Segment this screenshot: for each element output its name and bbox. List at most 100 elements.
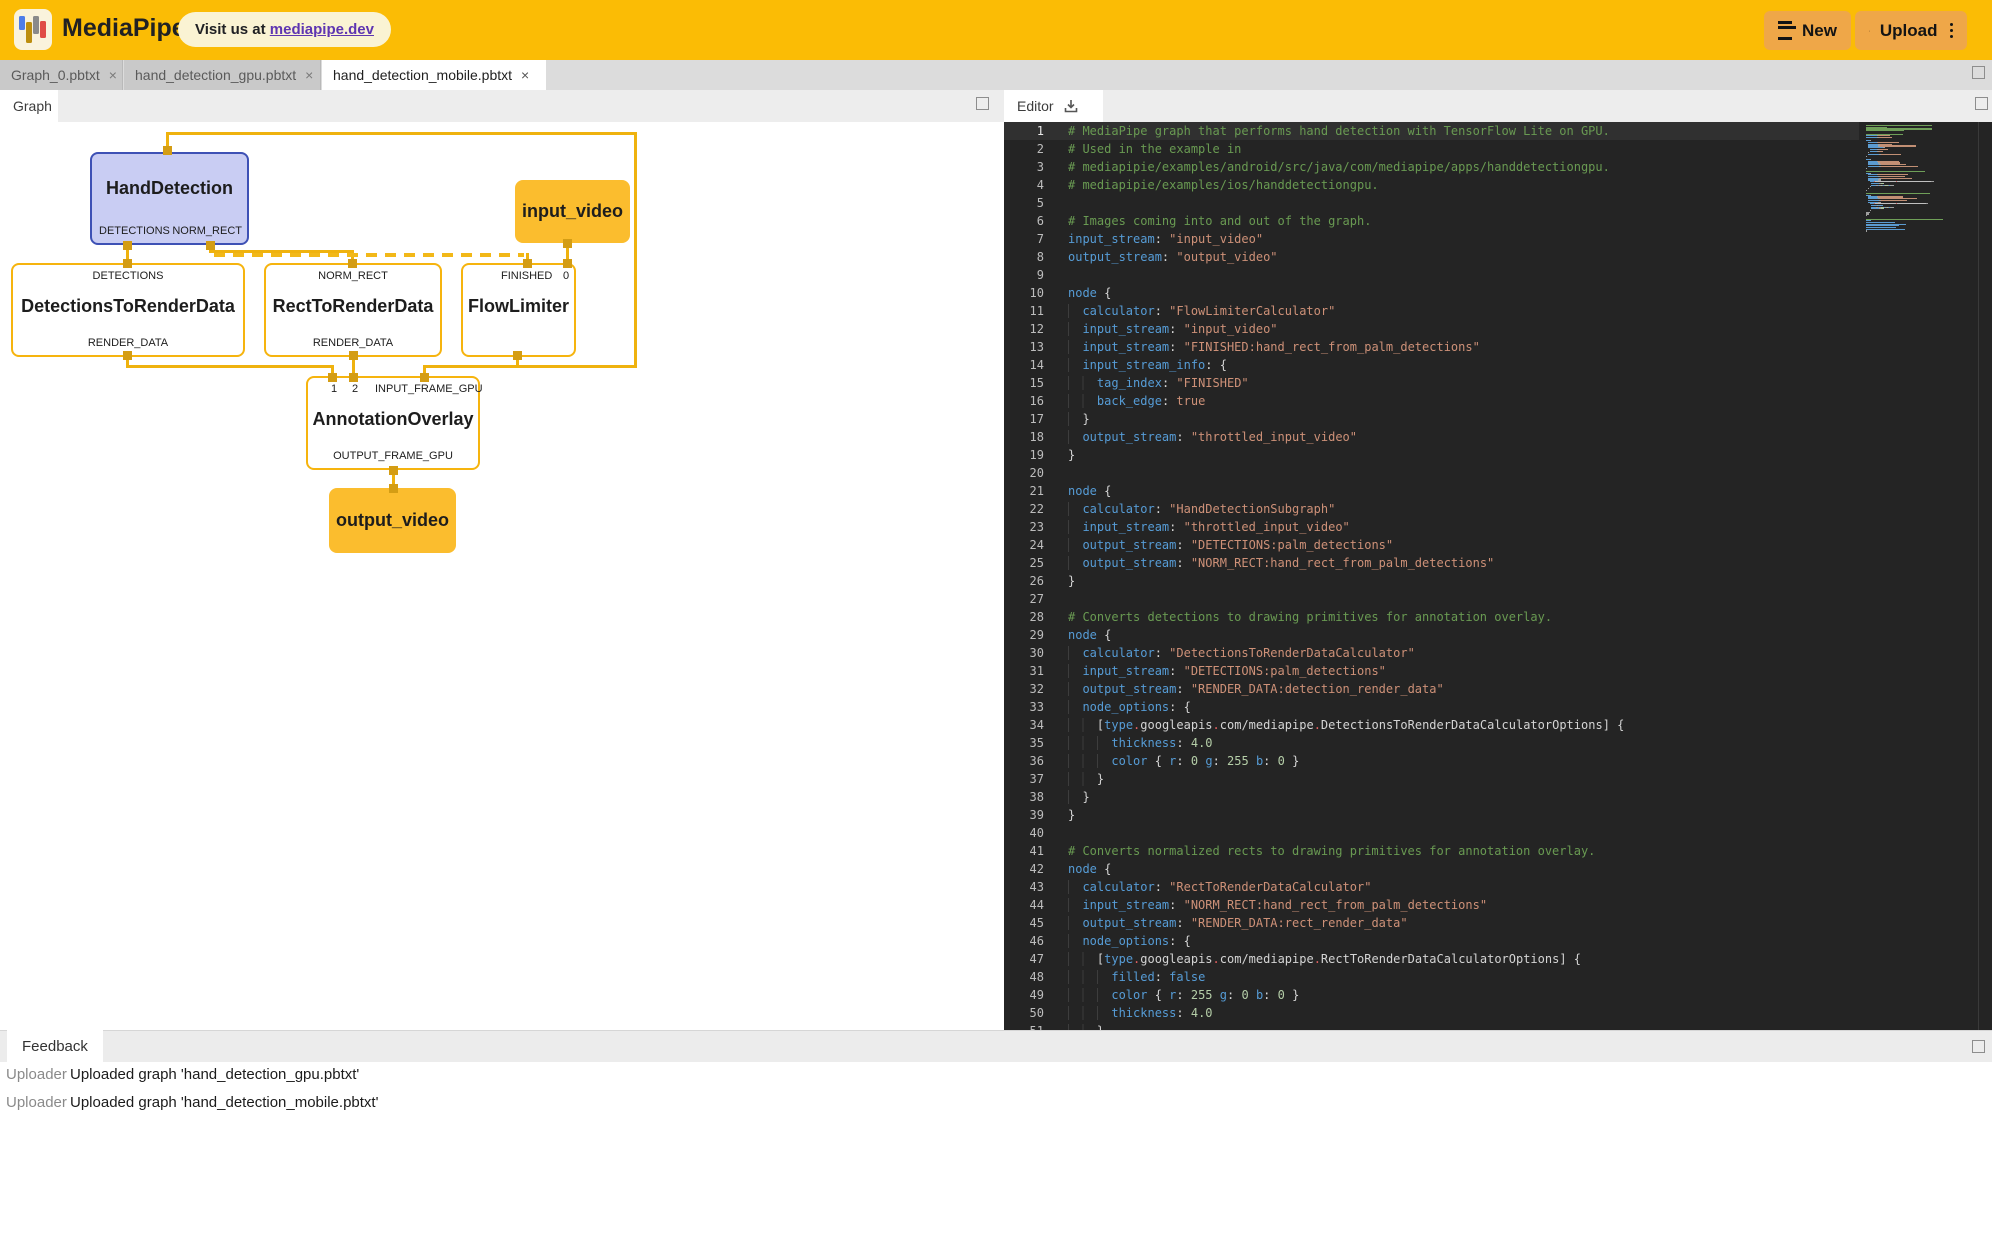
edge-segment (634, 132, 637, 368)
tab-editor-panel[interactable]: Editor (1004, 90, 1103, 122)
line-number: 2 (1004, 140, 1044, 158)
line-number: 23 (1004, 518, 1044, 536)
node-title: HandDetection (92, 178, 247, 199)
code-line: 48 filled: false (1004, 968, 1859, 986)
port (513, 351, 522, 360)
line-number: 42 (1004, 860, 1044, 878)
code-line: 29node { (1004, 626, 1859, 644)
editor-popout-icon[interactable] (1975, 97, 1988, 110)
code-line: 16 back_edge: true (1004, 392, 1859, 410)
code-line: 19} (1004, 446, 1859, 464)
close-icon[interactable]: × (521, 67, 529, 83)
port-label: DETECTIONS (13, 270, 243, 282)
download-icon[interactable] (1063, 98, 1079, 114)
line-number: 10 (1004, 284, 1044, 302)
code-line: 22 calculator: "HandDetectionSubgraph" (1004, 500, 1859, 518)
code-line: 2# Used in the example in (1004, 140, 1859, 158)
line-number: 18 (1004, 428, 1044, 446)
mediapipe-dev-link[interactable]: mediapipe.dev (270, 21, 374, 38)
port (389, 484, 398, 493)
code-line: 50 thickness: 4.0 (1004, 1004, 1859, 1022)
line-number: 32 (1004, 680, 1044, 698)
graph-canvas[interactable]: HandDetection DETECTIONS NORM_RECT input… (0, 122, 1004, 1030)
line-number: 16 (1004, 392, 1044, 410)
code-line: 34 [type.googleapis.com/mediapipe.Detect… (1004, 716, 1859, 734)
cloud-upload-icon (1869, 23, 1870, 39)
tab-hand-detection-gpu-pbtxt[interactable]: hand_detection_gpu.pbtxt × (124, 60, 321, 90)
node-title: output_video (336, 510, 449, 531)
port-label: 1 (331, 383, 337, 395)
close-icon[interactable]: × (109, 67, 117, 83)
line-number: 29 (1004, 626, 1044, 644)
node-title: FlowLimiter (463, 296, 574, 317)
graph-tab-label: Graph (13, 98, 52, 114)
line-number: 30 (1004, 644, 1044, 662)
port (123, 351, 132, 360)
port (328, 373, 337, 382)
line-number: 3 (1004, 158, 1044, 176)
menu-icon (1778, 21, 1792, 40)
node-input-video[interactable]: input_video (515, 180, 630, 243)
code-line: 10node { (1004, 284, 1859, 302)
line-number: 48 (1004, 968, 1044, 986)
node-annotation-overlay[interactable]: 1 2 INPUT_FRAME_GPU AnnotationOverlay OU… (306, 376, 480, 470)
port (349, 373, 358, 382)
visit-text: Visit us at (195, 21, 270, 38)
line-number: 31 (1004, 662, 1044, 680)
visit-pill: Visit us at mediapipe.dev (178, 12, 391, 47)
graph-popout-icon[interactable] (976, 97, 989, 110)
tab-graph-panel[interactable]: Graph (0, 90, 58, 122)
tab-hand-detection-mobile-pbtxt[interactable]: hand_detection_mobile.pbtxt × (322, 60, 546, 90)
code-line: 12 input_stream: "input_video" (1004, 320, 1859, 338)
line-number: 33 (1004, 698, 1044, 716)
node-output-video[interactable]: output_video (329, 488, 456, 553)
line-number: 6 (1004, 212, 1044, 230)
code-line: 27 (1004, 590, 1859, 608)
node-flow-limiter[interactable]: FINISHED 0 FlowLimiter (461, 263, 576, 357)
port-label: NORM_RECT (266, 270, 440, 282)
close-icon[interactable]: × (305, 67, 313, 83)
code-line: 28# Converts detections to drawing primi… (1004, 608, 1859, 626)
code-line: 4# mediapipie/examples/ios/handdetection… (1004, 176, 1859, 194)
edge-segment (516, 365, 637, 368)
code-line: 15 tag_index: "FINISHED" (1004, 374, 1859, 392)
kebab-menu-icon[interactable] (1950, 23, 1954, 39)
line-number: 17 (1004, 410, 1044, 428)
line-number: 12 (1004, 320, 1044, 338)
code-line: 23 input_stream: "throttled_input_video" (1004, 518, 1859, 536)
line-number: 7 (1004, 230, 1044, 248)
tab-graph-0-pbtxt[interactable]: Graph_0.pbtxt × (0, 60, 123, 90)
node-hand-detection[interactable]: HandDetection DETECTIONS NORM_RECT (90, 152, 249, 245)
editor-tab-label: Editor (1017, 98, 1054, 114)
port (206, 241, 215, 250)
popout-window-icon[interactable] (1972, 66, 1985, 79)
line-number: 20 (1004, 464, 1044, 482)
feedback-message: Uploaded graph 'hand_detection_mobile.pb… (70, 1094, 378, 1111)
line-number: 34 (1004, 716, 1044, 734)
feedback-source: Uploader (6, 1066, 67, 1083)
code-line: 46 node_options: { (1004, 932, 1859, 950)
code-line: 37 } (1004, 770, 1859, 788)
line-number: 40 (1004, 824, 1044, 842)
upload-button[interactable]: Upload (1855, 11, 1967, 50)
code-line: 24 output_stream: "DETECTIONS:palm_detec… (1004, 536, 1859, 554)
tab-label: hand_detection_gpu.pbtxt (135, 67, 296, 83)
node-detections-to-render-data[interactable]: DETECTIONS DetectionsToRenderData RENDER… (11, 263, 245, 357)
logo-bar (26, 22, 32, 43)
node-title: DetectionsToRenderData (13, 296, 243, 317)
code-line: 25 output_stream: "NORM_RECT:hand_rect_f… (1004, 554, 1859, 572)
edge-segment (126, 365, 334, 368)
code-editor[interactable]: 1# MediaPipe graph that performs hand de… (1004, 122, 1992, 1030)
code-line: 30 calculator: "DetectionsToRenderDataCa… (1004, 644, 1859, 662)
tab-feedback[interactable]: Feedback (7, 1030, 103, 1062)
code-line: 7input_stream: "input_video" (1004, 230, 1859, 248)
port (523, 259, 532, 268)
node-rect-to-render-data[interactable]: NORM_RECT RectToRenderData RENDER_DATA (264, 263, 442, 357)
feedback-row: Uploader Uploaded graph 'hand_detection_… (0, 1066, 900, 1088)
code-line: 35 thickness: 4.0 (1004, 734, 1859, 752)
line-number: 14 (1004, 356, 1044, 374)
node-title: RectToRenderData (266, 296, 440, 317)
code-line: 42node { (1004, 860, 1859, 878)
new-button[interactable]: New (1764, 11, 1851, 50)
feedback-popout-icon[interactable] (1972, 1040, 1985, 1053)
